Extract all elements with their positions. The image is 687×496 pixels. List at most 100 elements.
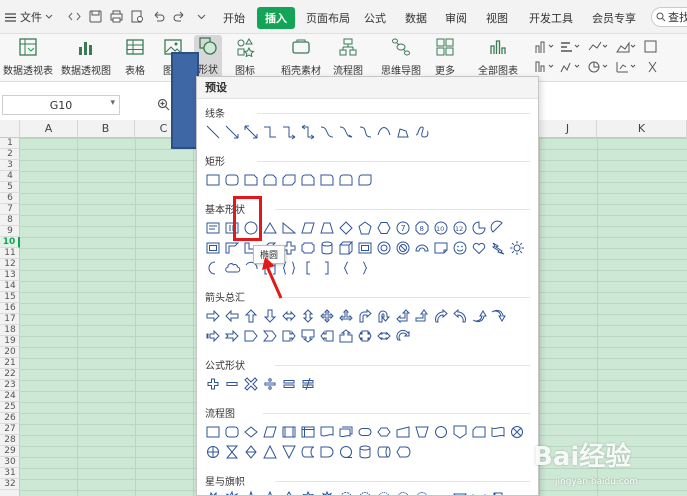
snip-diagonal-rectangle-shape[interactable] [279,171,298,189]
row-header[interactable]: 1 [0,138,20,149]
flowchart-offpage-connector-shape[interactable] [450,423,469,441]
can-shape[interactable] [317,239,336,257]
row-header[interactable]: 32 [0,479,20,490]
curved-right-arrow-shape[interactable] [431,307,450,325]
left-brace-shape[interactable] [336,259,355,277]
decagon-shape[interactable]: 10 [431,219,450,237]
docer-assets-button[interactable]: 稻壳素材 [281,36,321,77]
up-arrow-shape[interactable] [241,307,260,325]
right-arrow-shape[interactable] [203,307,222,325]
star-16-point-shape[interactable] [374,489,393,495]
row-header[interactable]: 7 [0,204,20,215]
curved-down-arrow-shape[interactable] [488,307,507,325]
stock-chart-button[interactable] [560,58,582,76]
mindmap-button[interactable]: 思维导图 [381,36,421,77]
right-brace-shape[interactable] [355,259,374,277]
curved-arrow-connector-shape[interactable] [336,123,355,141]
column-header[interactable]: K [597,120,687,138]
heart-shape[interactable] [469,239,488,257]
divide-shape[interactable] [260,375,279,393]
icons-button[interactable]: 图标 [234,36,256,77]
row-header[interactable]: 8 [0,215,20,226]
row-header[interactable]: 14 [0,281,20,292]
curved-left-arrow-shape[interactable] [450,307,469,325]
left-arrow-callout-shape[interactable] [317,327,336,345]
heptagon-shape[interactable]: 7 [393,219,412,237]
row-header[interactable]: 19 [0,336,20,347]
quad-arrow-shape[interactable] [317,307,336,325]
multiply-shape[interactable] [241,375,260,393]
donut-shape[interactable] [374,239,393,257]
flowchart-manual-operation-shape[interactable] [412,423,431,441]
flowchart-display-shape[interactable] [393,443,412,461]
redo-icon[interactable] [173,10,186,23]
smiley-face-shape[interactable] [450,239,469,257]
file-menu[interactable]: 文件 [4,9,53,25]
u-turn-arrow-shape[interactable] [374,307,393,325]
cube-shape[interactable] [336,239,355,257]
triangle-shape[interactable] [260,219,279,237]
search-box[interactable]: 查找 [651,7,687,27]
block-arc-shape[interactable] [412,239,431,257]
star-7-point-shape[interactable] [298,489,317,495]
flowchart-stored-data-shape[interactable] [298,443,317,461]
rounded-rectangle-shape[interactable] [222,171,241,189]
row-header[interactable]: 9 [0,226,20,237]
row-header[interactable]: 16 [0,303,20,314]
flowchart-or-shape[interactable] [203,443,222,461]
curve-shape[interactable] [374,123,393,141]
bent-arrow-shape[interactable] [355,307,374,325]
star-12-point-shape[interactable] [355,489,374,495]
left-up-arrow-shape[interactable] [393,307,412,325]
star-8-point-shape[interactable] [317,489,336,495]
row-header[interactable]: 26 [0,413,20,424]
double-arrow-line-shape[interactable] [241,123,260,141]
row-header[interactable]: 27 [0,424,20,435]
chevron-down-icon[interactable]: ▾ [110,98,115,108]
column-header[interactable]: J [539,120,597,138]
line-shape[interactable] [203,123,222,141]
row-header[interactable]: 21 [0,358,20,369]
flowchart-preparation-shape[interactable] [374,423,393,441]
circular-arrow-shape[interactable] [393,327,412,345]
row-header[interactable]: 11 [0,248,20,259]
line-chart-button[interactable] [588,38,610,56]
row-header[interactable]: 5 [0,182,20,193]
star-32-point-shape[interactable] [412,489,431,495]
hexagon-shape[interactable] [374,219,393,237]
flowchart-sort-shape[interactable] [241,443,260,461]
nav-arrows-icon[interactable] [68,10,81,23]
row-header[interactable]: 25 [0,402,20,413]
row-header[interactable]: 31 [0,468,20,479]
plus-shape[interactable] [203,375,222,393]
row-header[interactable]: 29 [0,446,20,457]
radar-chart-button[interactable] [616,58,638,76]
flowchart-button[interactable]: 流程图 [333,36,363,77]
dodecagon-shape[interactable]: 12 [450,219,469,237]
parallelogram-shape[interactable] [298,219,317,237]
snip-same-side-rectangle-shape[interactable] [260,171,279,189]
zoom-icon[interactable] [157,98,170,111]
text-box-shape[interactable] [203,219,222,237]
ribbon-down-shape[interactable] [450,489,469,495]
column-header[interactable]: B [77,120,135,138]
no-symbol-shape[interactable] [393,239,412,257]
tab-view[interactable]: 视图 [486,10,508,26]
elbow-connector-shape[interactable] [260,123,279,141]
column-chart-button[interactable] [534,38,556,56]
flowchart-internal-storage-shape[interactable] [298,423,317,441]
striped-right-arrow-shape[interactable] [203,327,222,345]
save-icon[interactable] [89,10,102,23]
down-arrow-shape[interactable] [260,307,279,325]
flowchart-delay-shape[interactable] [317,443,336,461]
row-header[interactable]: 28 [0,435,20,446]
pivot-chart-button[interactable]: 数据透视图 [61,36,111,77]
tab-formulas[interactable]: 公式 [364,10,386,26]
flowchart-predefined-process-shape[interactable] [279,423,298,441]
flowchart-merge-shape[interactable] [279,443,298,461]
flowchart-card-shape[interactable] [469,423,488,441]
plaque-shape[interactable] [298,239,317,257]
donut-chart-button[interactable] [588,58,610,76]
ribbon-up-shape[interactable] [431,489,450,495]
lightning-bolt-shape[interactable] [488,239,507,257]
